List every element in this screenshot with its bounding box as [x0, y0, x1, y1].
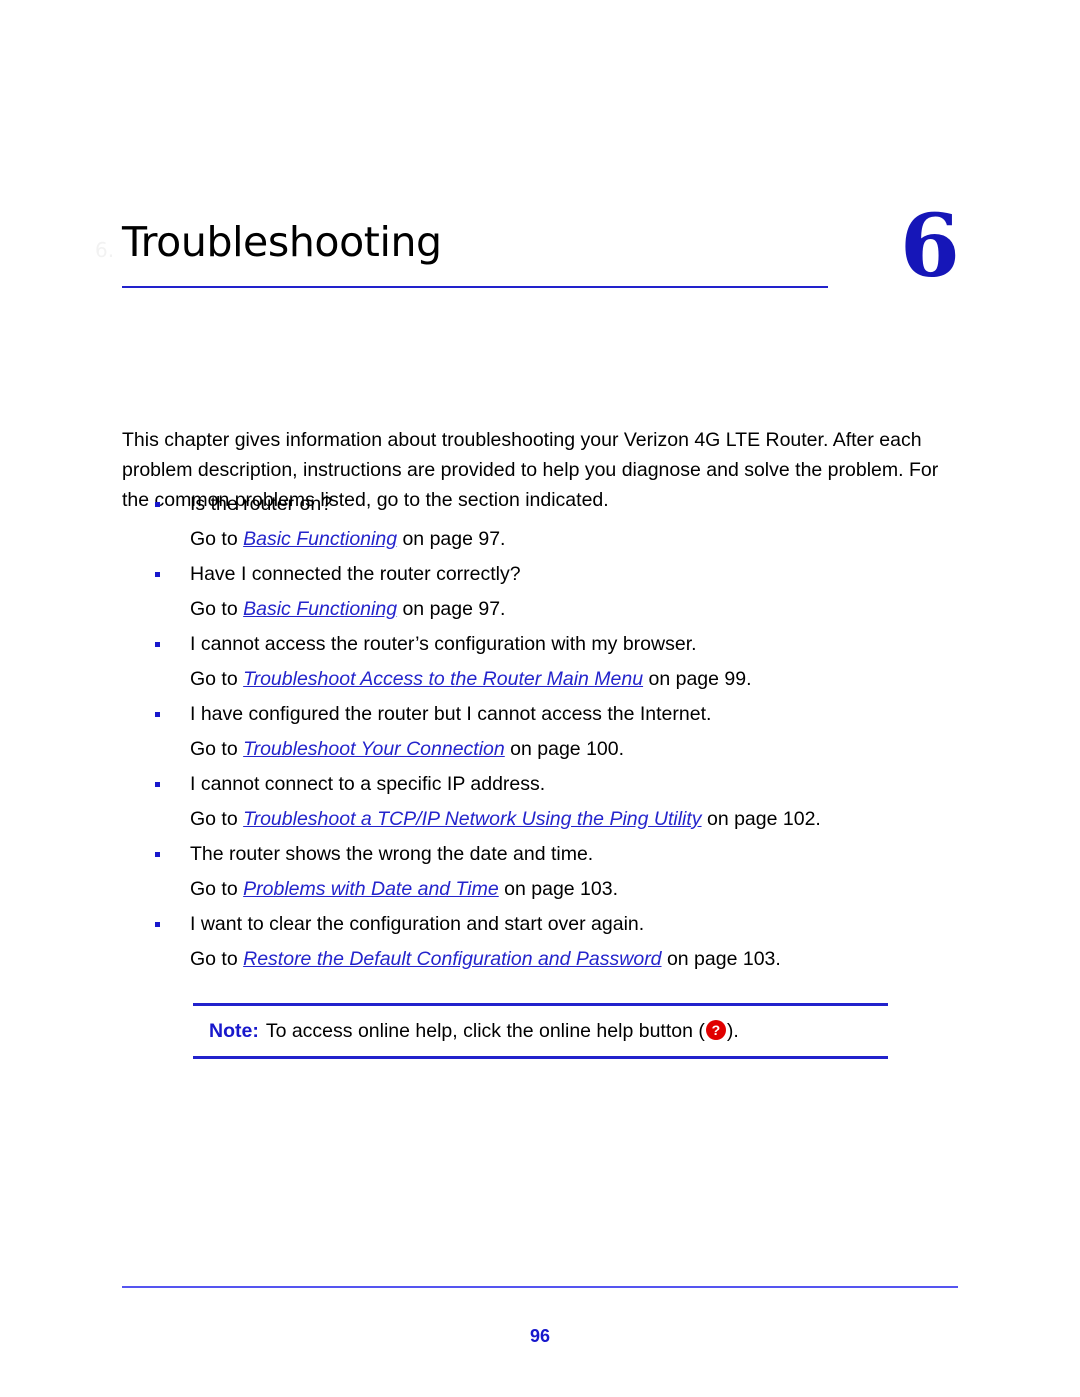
goto-suffix: on page 97. [397, 598, 506, 620]
bullet-icon [155, 922, 160, 927]
cross-reference-link[interactable]: Problems with Date and Time [243, 878, 499, 900]
problem-reference: Go to Troubleshoot Access to the Router … [122, 662, 962, 697]
note-text-after: ). [726, 1020, 739, 1042]
problem-reference: Go to Basic Functioning on page 97. [122, 522, 962, 557]
goto-suffix: on page 102. [701, 808, 821, 830]
problem-reference: Go to Troubleshoot Your Connection on pa… [122, 732, 962, 767]
bullet-icon [155, 572, 160, 577]
bullet-icon [155, 852, 160, 857]
problem-question: Is the router on? [122, 487, 962, 522]
note-text: Note: To access online help, click the on… [193, 1006, 888, 1056]
problem-question-text: Have I connected the router correctly? [190, 563, 521, 585]
list-item: The router shows the wrong the date and … [122, 837, 962, 907]
title-divider [122, 286, 828, 288]
goto-prefix: Go to [190, 528, 244, 550]
note-callout: Note: To access online help, click the on… [193, 1003, 888, 1059]
problem-question: The router shows the wrong the date and … [122, 837, 962, 872]
list-item: Is the router on? Go to Basic Functionin… [122, 487, 962, 557]
list-item: I want to clear the configuration and st… [122, 907, 962, 977]
goto-suffix: on page 103. [661, 948, 781, 970]
problem-question-text: I want to clear the configuration and st… [190, 913, 645, 935]
bullet-icon [155, 502, 160, 507]
footer-divider [122, 1286, 958, 1288]
online-help-icon[interactable]: ? [705, 1020, 726, 1040]
list-item: I cannot connect to a specific IP addres… [122, 767, 962, 837]
bullet-icon [155, 712, 160, 717]
problem-question: I have configured the router but I canno… [122, 697, 962, 732]
problem-question: Have I connected the router correctly? [122, 557, 962, 592]
problem-question-text: Is the router on? [190, 493, 333, 515]
problem-question-text: I cannot connect to a specific IP addres… [190, 773, 546, 795]
list-item: Have I connected the router correctly? G… [122, 557, 962, 627]
cross-reference-link[interactable]: Restore the Default Configuration and Pa… [243, 948, 661, 970]
chapter-number: 6 [900, 196, 960, 297]
goto-prefix: Go to [190, 668, 244, 690]
problem-reference: Go to Troubleshoot a TCP/IP Network Usin… [122, 802, 962, 837]
page-title: Troubleshooting [122, 218, 442, 266]
cross-reference-link[interactable]: Troubleshoot a TCP/IP Network Using the … [243, 808, 701, 830]
chapter-header: 6. Troubleshooting 6 [95, 204, 960, 332]
goto-suffix: on page 100. [504, 738, 625, 760]
problem-reference: Go to Restore the Default Configuration … [122, 942, 962, 977]
problem-question-text: The router shows the wrong the date and … [190, 843, 594, 865]
problem-question-text: I cannot access the router’s configurati… [190, 633, 697, 655]
problem-list: Is the router on? Go to Basic Functionin… [122, 487, 962, 977]
problem-question: I want to clear the configuration and st… [122, 907, 962, 942]
document-page: 6. Troubleshooting 6 This chapter gives … [0, 0, 1080, 1397]
note-text-before: To access online help, click the online … [265, 1020, 705, 1042]
cross-reference-link[interactable]: Basic Functioning [243, 528, 397, 550]
goto-prefix: Go to [190, 738, 244, 760]
goto-prefix: Go to [190, 808, 244, 830]
problem-reference: Go to Basic Functioning on page 97. [122, 592, 962, 627]
problem-question: I cannot access the router’s configurati… [122, 627, 962, 662]
goto-prefix: Go to [190, 878, 244, 900]
cross-reference-link[interactable]: Troubleshoot Access to the Router Main M… [243, 668, 643, 690]
cross-reference-link[interactable]: Troubleshoot Your Connection [243, 738, 505, 760]
goto-prefix: Go to [190, 948, 244, 970]
margin-chapter-watermark: 6. [95, 238, 115, 262]
goto-suffix: on page 103. [498, 878, 619, 900]
problem-question-text: I have configured the router but I canno… [190, 703, 712, 725]
list-item: I cannot access the router’s configurati… [122, 627, 962, 697]
problem-reference: Go to Problems with Date and Time on pag… [122, 872, 962, 907]
problem-question: I cannot connect to a specific IP addres… [122, 767, 962, 802]
goto-prefix: Go to [190, 598, 244, 620]
cross-reference-link[interactable]: Basic Functioning [243, 598, 397, 620]
goto-suffix: on page 97. [397, 528, 506, 550]
bullet-icon [155, 642, 160, 647]
note-bottom-divider [193, 1056, 888, 1059]
page-number: 96 [529, 1326, 551, 1346]
list-item: I have configured the router but I canno… [122, 697, 962, 767]
note-label: Note: [209, 1020, 259, 1042]
goto-suffix: on page 99. [643, 668, 752, 690]
bullet-icon [155, 782, 160, 787]
